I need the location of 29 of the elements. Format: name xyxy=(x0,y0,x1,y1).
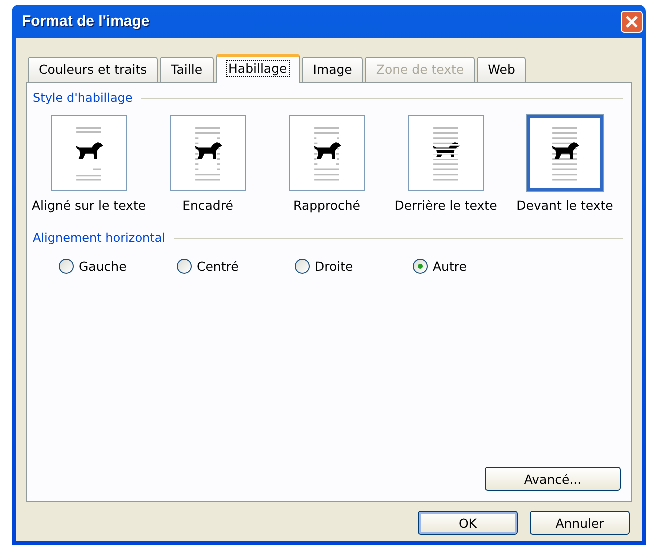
radio-option[interactable]: Autre xyxy=(413,259,531,274)
wrap-style-label: Derrière le texte xyxy=(394,198,498,213)
tab[interactable]: Taille xyxy=(160,57,214,82)
wrap-style-label: Encadré xyxy=(182,198,234,213)
radio-button[interactable] xyxy=(177,259,192,274)
radio-button[interactable] xyxy=(295,259,310,274)
close-icon[interactable] xyxy=(621,10,643,32)
radio-option[interactable]: Centré xyxy=(177,259,295,274)
radio-button[interactable] xyxy=(59,259,74,274)
wrap-style-option[interactable] xyxy=(289,115,365,191)
wrap-style-label: Aligné sur le texte xyxy=(32,198,146,213)
wrap-style-label: Devant le texte xyxy=(516,198,614,213)
radio-button[interactable] xyxy=(413,259,428,274)
group-heading: Alignement horizontal xyxy=(33,231,166,245)
tab[interactable]: Image xyxy=(302,57,364,82)
radio-option[interactable]: Gauche xyxy=(59,259,177,274)
radio-option[interactable]: Droite xyxy=(295,259,413,274)
wrap-style-option[interactable] xyxy=(527,115,603,191)
tab[interactable]: Habillage xyxy=(216,54,300,83)
wrap-style-label: Rapproché xyxy=(294,198,360,213)
tab[interactable]: Couleurs et traits xyxy=(28,57,158,82)
dialog-button[interactable]: Annuler xyxy=(530,511,630,535)
wrap-style-option[interactable] xyxy=(51,115,127,191)
dialog-button[interactable]: OK xyxy=(418,511,518,535)
wrap-style-option[interactable] xyxy=(170,115,246,191)
tab[interactable]: Web xyxy=(477,57,526,82)
advanced-button[interactable]: Avancé... xyxy=(485,467,621,491)
window-title: Format de l'image xyxy=(22,13,150,30)
group-heading: Style d'habillage xyxy=(33,91,133,105)
